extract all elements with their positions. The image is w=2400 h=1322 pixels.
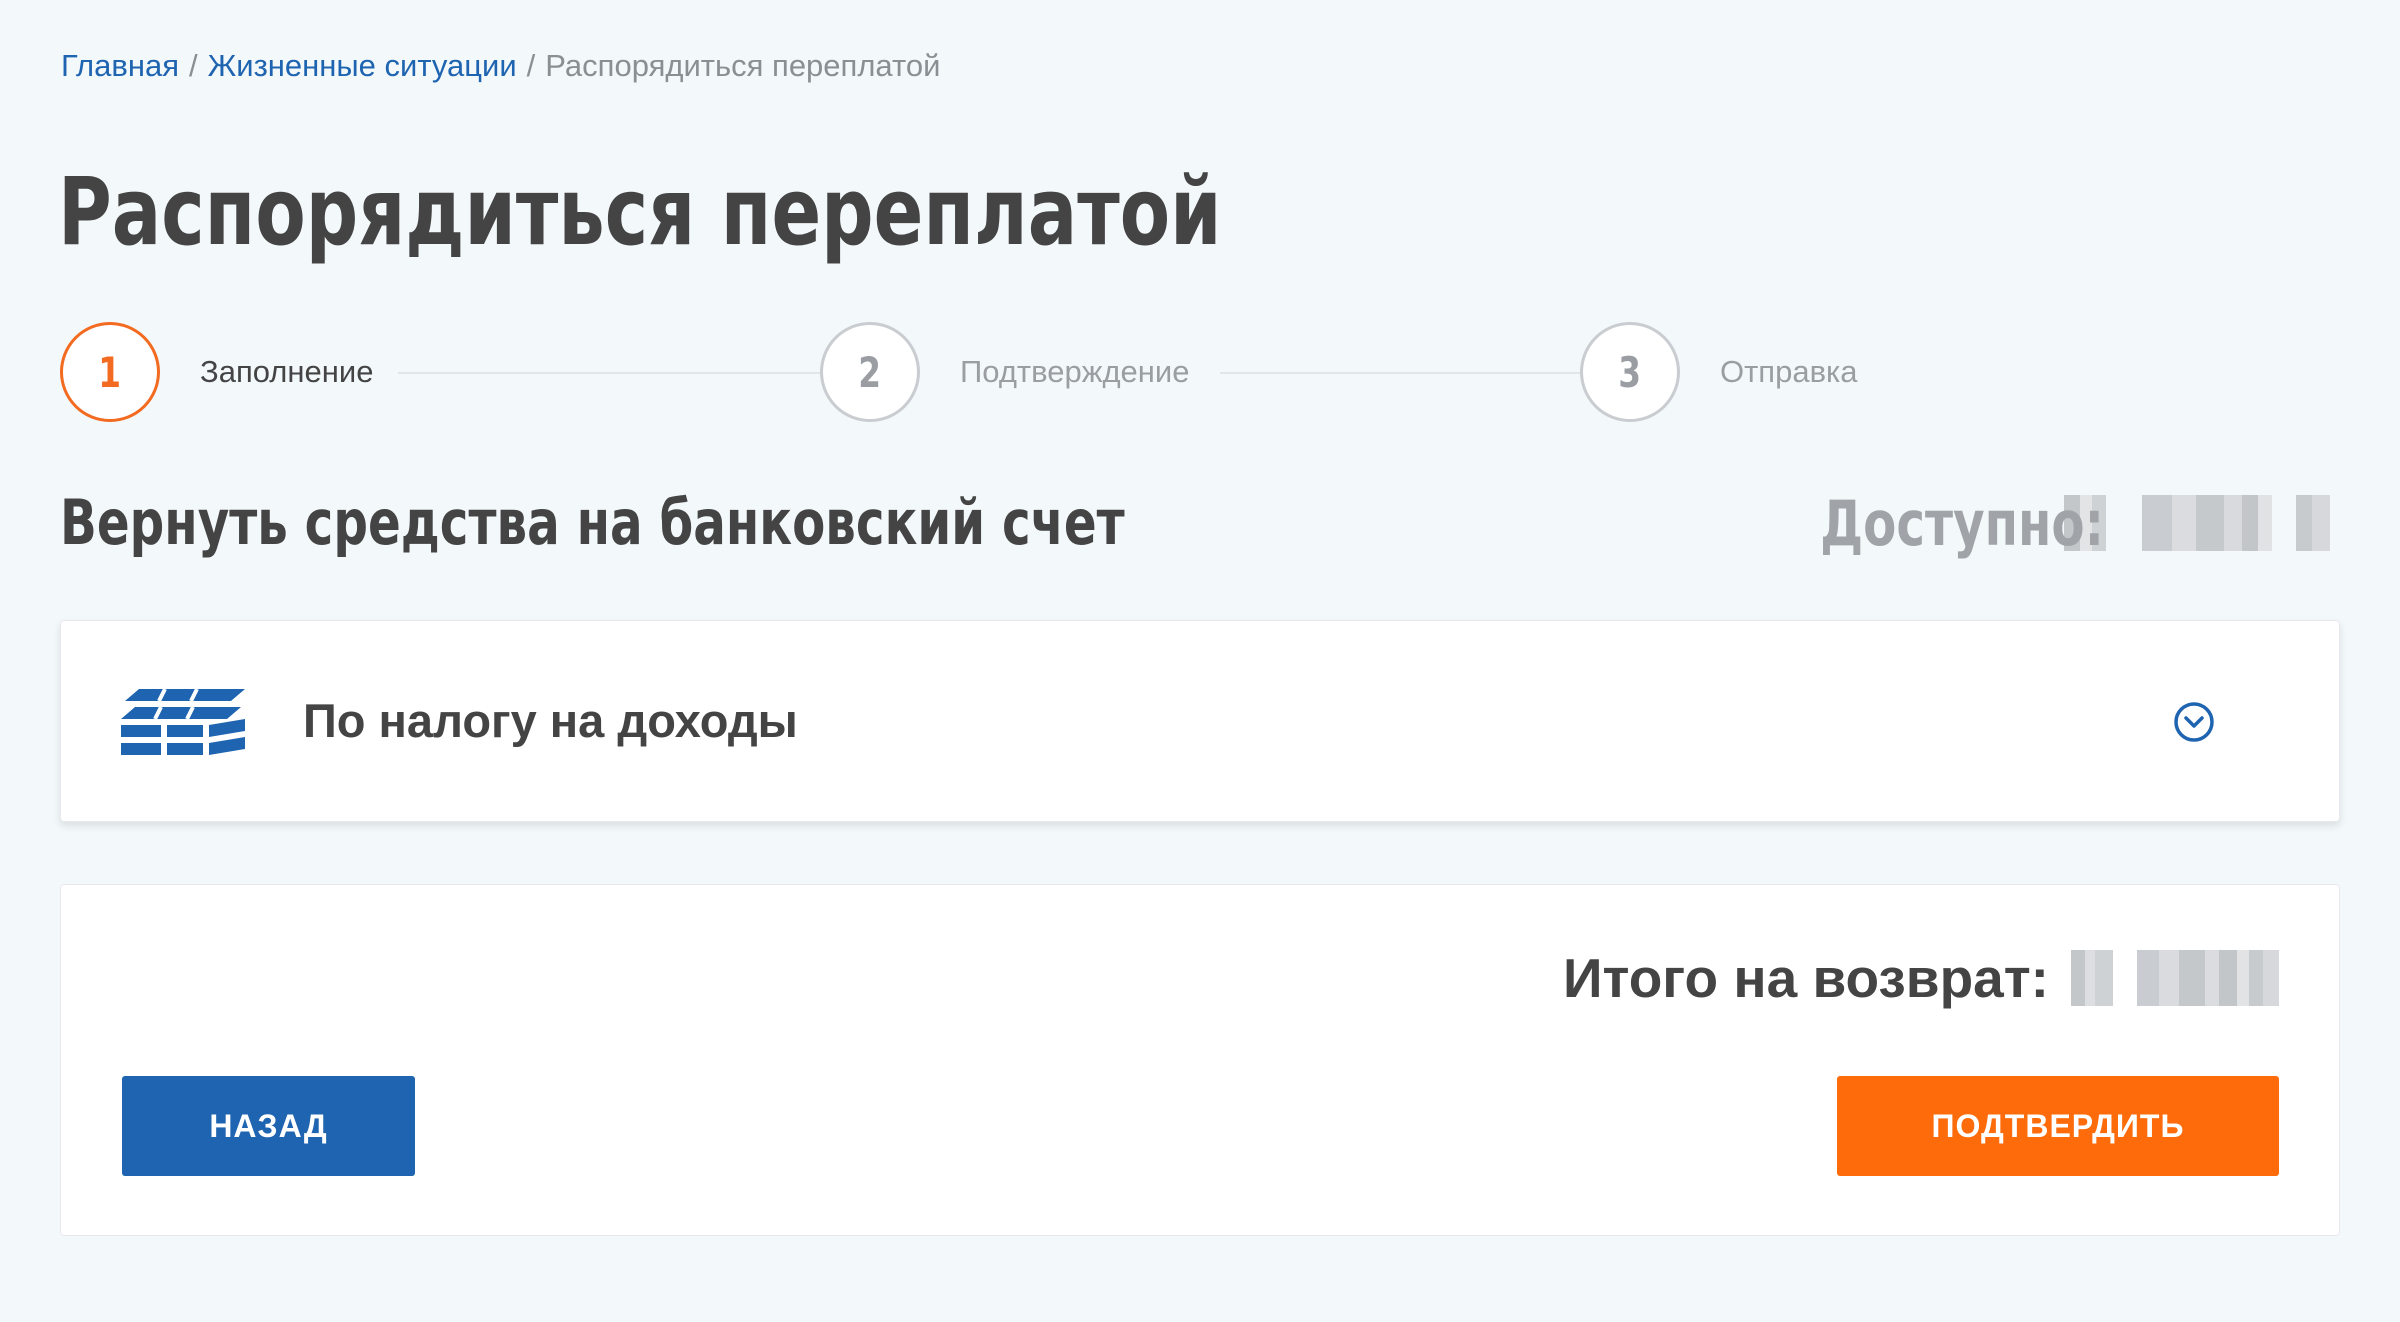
step-label: Заполнение (200, 354, 374, 389)
step-number-circle: 1 (60, 322, 160, 422)
breadcrumb-separator: / (189, 48, 198, 83)
step-connector (1220, 372, 1620, 374)
income-tax-card[interactable]: По налогу на доходы (60, 620, 2340, 822)
step-number-circle: 3 (1580, 322, 1680, 422)
step-label: Отправка (1720, 354, 1858, 389)
step-sending: 3 Отправка (1580, 322, 1858, 422)
step-confirmation: 2 Подтверждение (820, 322, 1189, 422)
section-heading: Вернуть средства на банковский счет (60, 486, 1125, 559)
page-title: Распорядиться переплатой (58, 158, 1222, 267)
confirm-button[interactable]: ПОДТВЕРДИТЬ (1837, 1076, 2279, 1176)
total-value-redacted (2071, 950, 2279, 1006)
breadcrumb-link-home[interactable]: Главная (61, 48, 179, 83)
breadcrumb-current: Распорядиться переплатой (545, 48, 941, 83)
total-row: Итого на возврат: (1563, 943, 2279, 1013)
step-number-circle: 2 (820, 322, 920, 422)
chevron-down-circle-icon[interactable] (2173, 701, 2215, 743)
coins-stack-icon (121, 688, 245, 755)
available-amount: Доступно: (1740, 478, 2330, 568)
income-tax-label: По налогу на доходы (303, 694, 798, 747)
total-card: Итого на возврат: НАЗАД ПОДТВЕРДИТЬ (60, 884, 2340, 1236)
step-label: Подтверждение (960, 354, 1190, 389)
total-label: Итого на возврат: (1562, 947, 2049, 1009)
step-filling: 1 Заполнение (60, 322, 373, 422)
breadcrumb: Главная / Жизненные ситуации / Распорядиться… (61, 46, 940, 86)
breadcrumb-link-life-situations[interactable]: Жизненные ситуации (208, 48, 517, 83)
available-label: Доступно: (1820, 486, 2104, 560)
breadcrumb-separator: / (526, 48, 536, 83)
back-button[interactable]: НАЗАД (122, 1076, 415, 1176)
step-connector (398, 372, 858, 374)
stepper: 1 Заполнение 2 Подтверждение 3 Отправка (60, 322, 1900, 422)
